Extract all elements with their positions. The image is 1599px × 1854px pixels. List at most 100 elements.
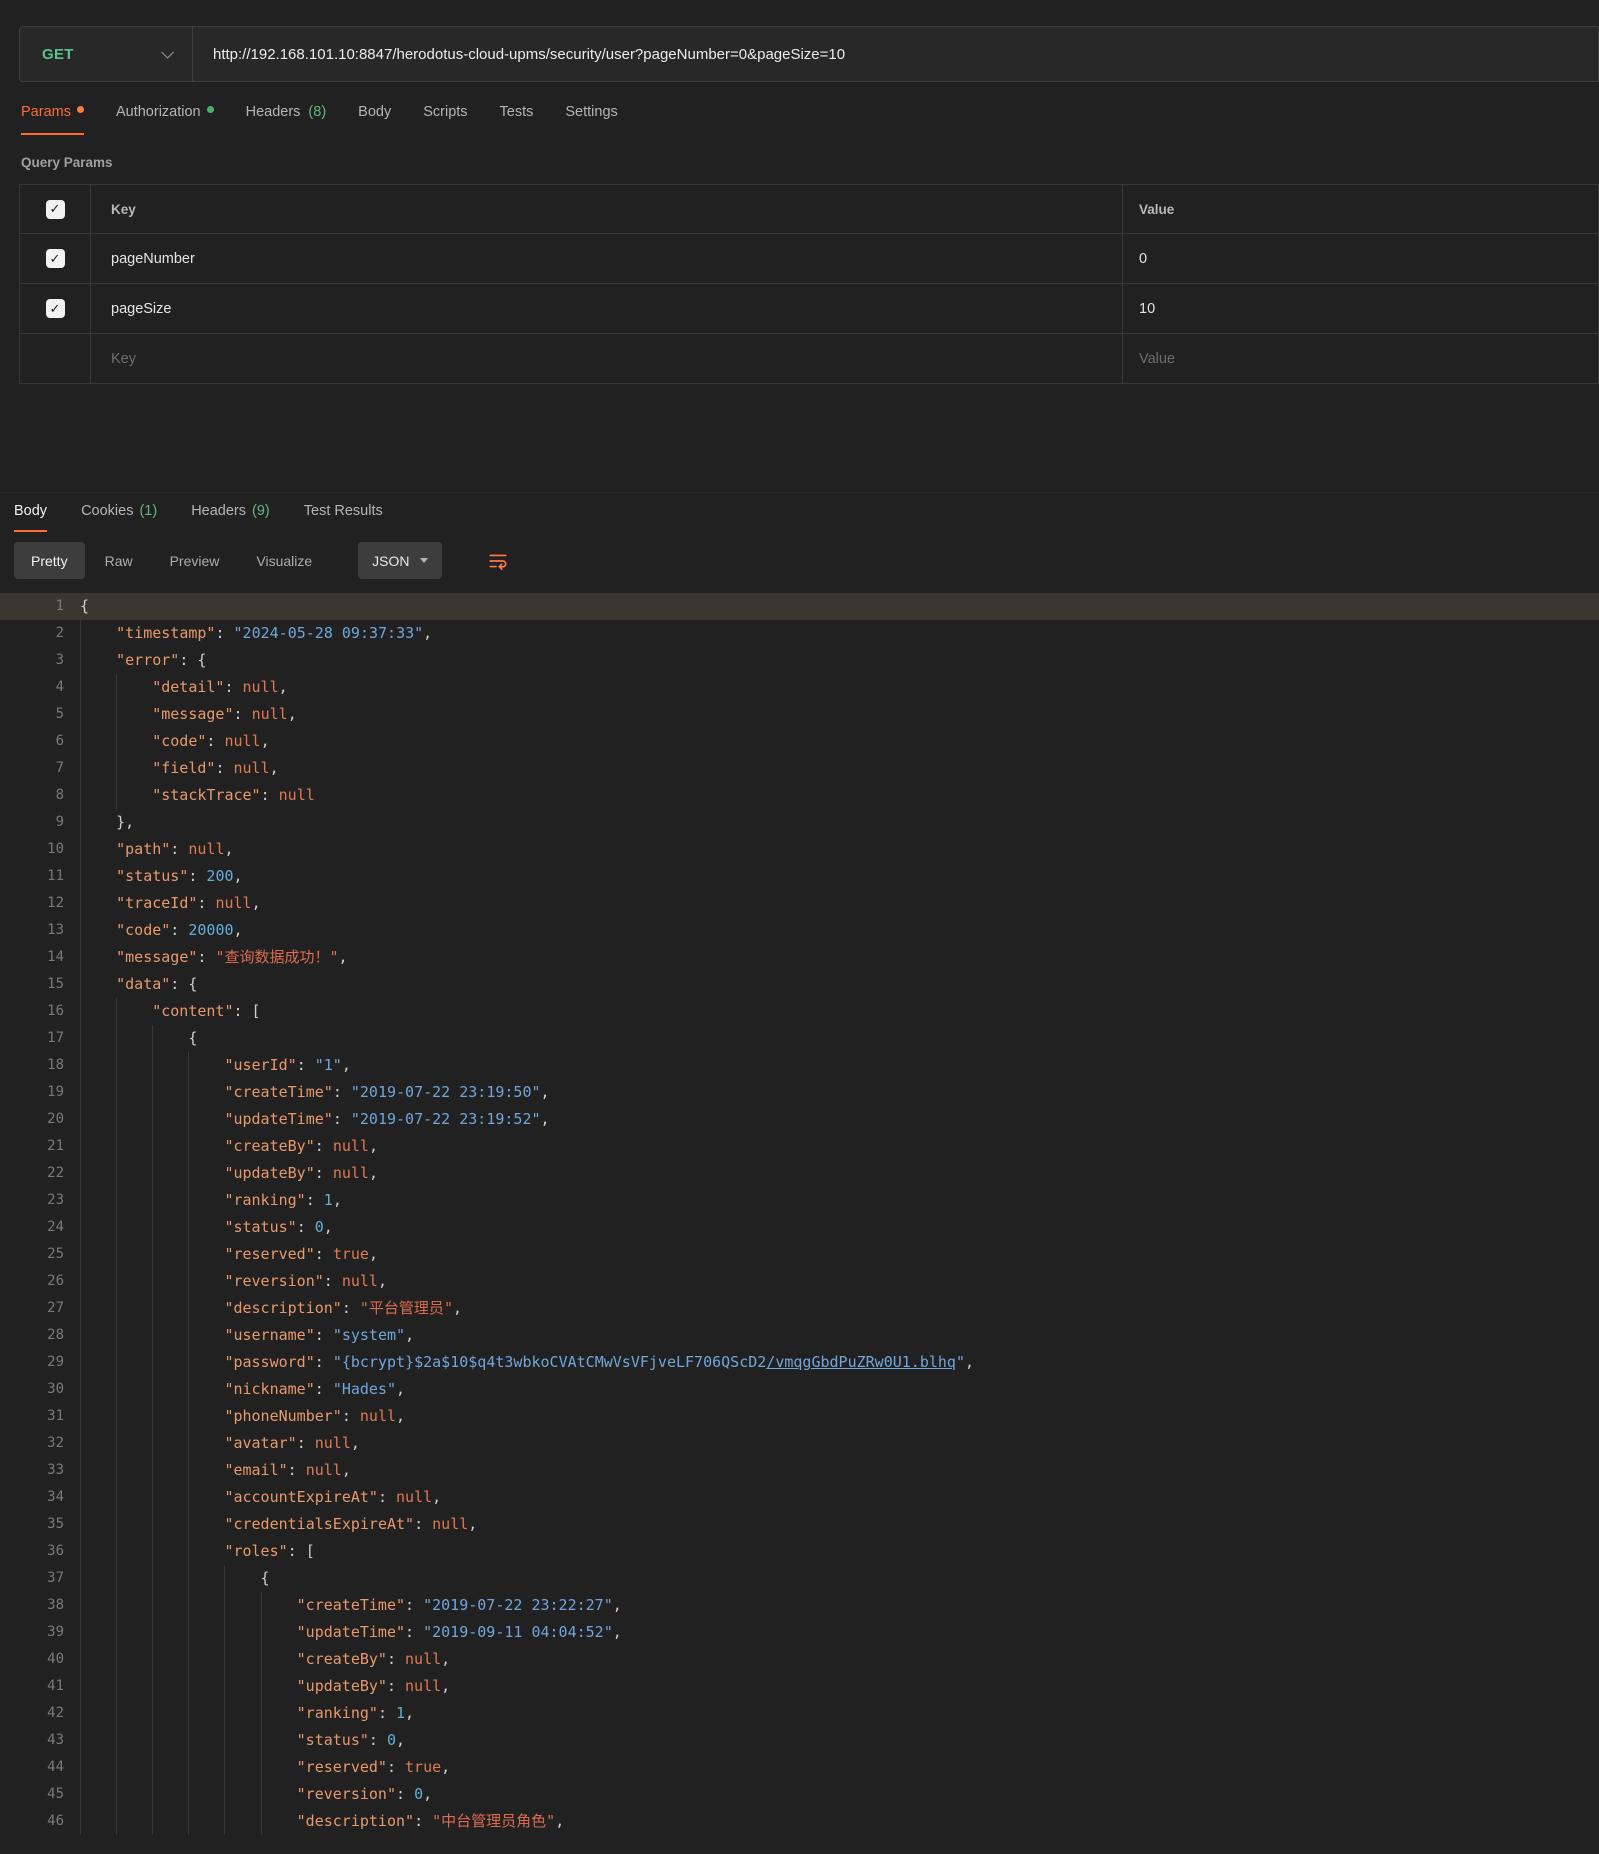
- indent-guide: [80, 890, 116, 917]
- indent-guide: [188, 1754, 224, 1781]
- request-tab-body[interactable]: Body: [358, 94, 391, 135]
- view-mode-raw[interactable]: Raw: [88, 542, 150, 579]
- request-tab-params[interactable]: Params: [21, 94, 84, 135]
- token: null: [333, 1164, 369, 1182]
- token: :: [369, 1731, 387, 1749]
- code-line: 33"email": null,: [0, 1457, 1599, 1484]
- line-number: 41: [0, 1673, 80, 1700]
- token: ,: [351, 1434, 360, 1452]
- token: "ranking": [297, 1704, 378, 1722]
- request-tab-headers[interactable]: Headers(8): [246, 94, 327, 135]
- param-value-field[interactable]: 10: [1123, 284, 1598, 333]
- request-tab-scripts[interactable]: Scripts: [423, 94, 467, 135]
- indent-guide: [224, 1700, 260, 1727]
- token: ,: [369, 1164, 378, 1182]
- response-tab-body[interactable]: Body: [14, 493, 47, 532]
- url-input[interactable]: http://192.168.101.10:8847/herodotus-clo…: [193, 46, 1598, 63]
- indent-guide: [261, 1781, 297, 1808]
- token: 1: [324, 1191, 333, 1209]
- param-key-field[interactable]: pageSize: [91, 284, 1123, 333]
- new-param-key-input[interactable]: Key: [91, 334, 1123, 383]
- indent-guide: [80, 1268, 116, 1295]
- code-line: 29"password": "{bcrypt}$2a$10$q4t3wbkoCV…: [0, 1349, 1599, 1376]
- indent-guide: [80, 1322, 116, 1349]
- token: 200: [206, 867, 233, 885]
- view-mode-group: PrettyRawPreviewVisualize: [14, 542, 332, 579]
- line-content: "stackTrace": null: [80, 782, 1599, 809]
- token: "status": [116, 867, 188, 885]
- indent-guide: [80, 1133, 116, 1160]
- code-line: 42"ranking": 1,: [0, 1700, 1599, 1727]
- indent-guide: [152, 1511, 188, 1538]
- token: "Hades": [333, 1380, 396, 1398]
- indent-guide: [224, 1565, 260, 1592]
- param-key-field[interactable]: pageNumber: [91, 234, 1123, 283]
- indent-guide: [188, 1133, 224, 1160]
- format-dropdown[interactable]: JSON: [358, 542, 441, 579]
- indent-guide: [80, 944, 116, 971]
- tab-label: Scripts: [423, 104, 467, 120]
- wrap-text-button[interactable]: [488, 551, 508, 571]
- token: :: [387, 1677, 405, 1695]
- select-all-checkbox[interactable]: ✓: [46, 200, 65, 219]
- token: "2019-07-22 23:19:50": [351, 1083, 541, 1101]
- param-checkbox[interactable]: ✓: [46, 299, 65, 318]
- token: "1": [315, 1056, 342, 1074]
- token: ,: [441, 1758, 450, 1776]
- placeholder-checkbox-cell: [20, 334, 91, 383]
- token: "system": [333, 1326, 405, 1344]
- line-content: "content": [: [80, 998, 1599, 1025]
- response-tab-cookies[interactable]: Cookies (1): [81, 493, 157, 532]
- line-number: 13: [0, 917, 80, 944]
- token: "createTime": [224, 1083, 332, 1101]
- request-tab-tests[interactable]: Tests: [500, 94, 534, 135]
- indent-guide: [152, 1322, 188, 1349]
- param-checkbox[interactable]: ✓: [46, 249, 65, 268]
- line-number: 45: [0, 1781, 80, 1808]
- tab-count: (9): [248, 503, 270, 519]
- method-selector[interactable]: GET: [20, 27, 192, 81]
- token: "traceId": [116, 894, 197, 912]
- response-tab-test-results[interactable]: Test Results: [304, 493, 383, 532]
- request-tab-authorization[interactable]: Authorization: [116, 94, 214, 135]
- view-mode-visualize[interactable]: Visualize: [239, 542, 329, 579]
- view-mode-preview[interactable]: Preview: [153, 542, 237, 579]
- indent-guide: [116, 755, 152, 782]
- response-tab-headers[interactable]: Headers (9): [191, 493, 270, 532]
- indent-guide: [152, 1079, 188, 1106]
- indent-guide: [80, 1214, 116, 1241]
- response-body-code[interactable]: 1{2"timestamp": "2024-05-28 09:37:33",3"…: [0, 593, 1599, 1835]
- line-number: 27: [0, 1295, 80, 1322]
- code-line: 41"updateBy": null,: [0, 1673, 1599, 1700]
- indent-guide: [224, 1619, 260, 1646]
- indent-guide: [152, 1700, 188, 1727]
- indent-guide: [116, 1754, 152, 1781]
- indent-guide: [188, 1511, 224, 1538]
- code-line: 9},: [0, 809, 1599, 836]
- indent-guide: [224, 1673, 260, 1700]
- indent-guide: [152, 1376, 188, 1403]
- line-number: 4: [0, 674, 80, 701]
- view-mode-pretty[interactable]: Pretty: [14, 542, 85, 579]
- indent-guide: [152, 1295, 188, 1322]
- token: "nickname": [224, 1380, 314, 1398]
- token: :: [197, 894, 215, 912]
- code-line: 17{: [0, 1025, 1599, 1052]
- indent-guide: [80, 1565, 116, 1592]
- indent-guide: [152, 1754, 188, 1781]
- token: ,: [234, 867, 243, 885]
- token: "createBy": [297, 1650, 387, 1668]
- token: "avatar": [224, 1434, 296, 1452]
- indent-guide: [80, 1295, 116, 1322]
- new-param-value-input[interactable]: Value: [1123, 334, 1598, 383]
- line-content: "message": null,: [80, 701, 1599, 728]
- token: "content": [152, 1002, 233, 1020]
- token: ,: [342, 1056, 351, 1074]
- request-tab-settings[interactable]: Settings: [565, 94, 617, 135]
- indent-guide: [80, 1106, 116, 1133]
- param-value-field[interactable]: 0: [1123, 234, 1598, 283]
- indent-guide: [116, 1214, 152, 1241]
- token: :: [234, 705, 252, 723]
- line-content: "reversion": null,: [80, 1268, 1599, 1295]
- token: :: [188, 867, 206, 885]
